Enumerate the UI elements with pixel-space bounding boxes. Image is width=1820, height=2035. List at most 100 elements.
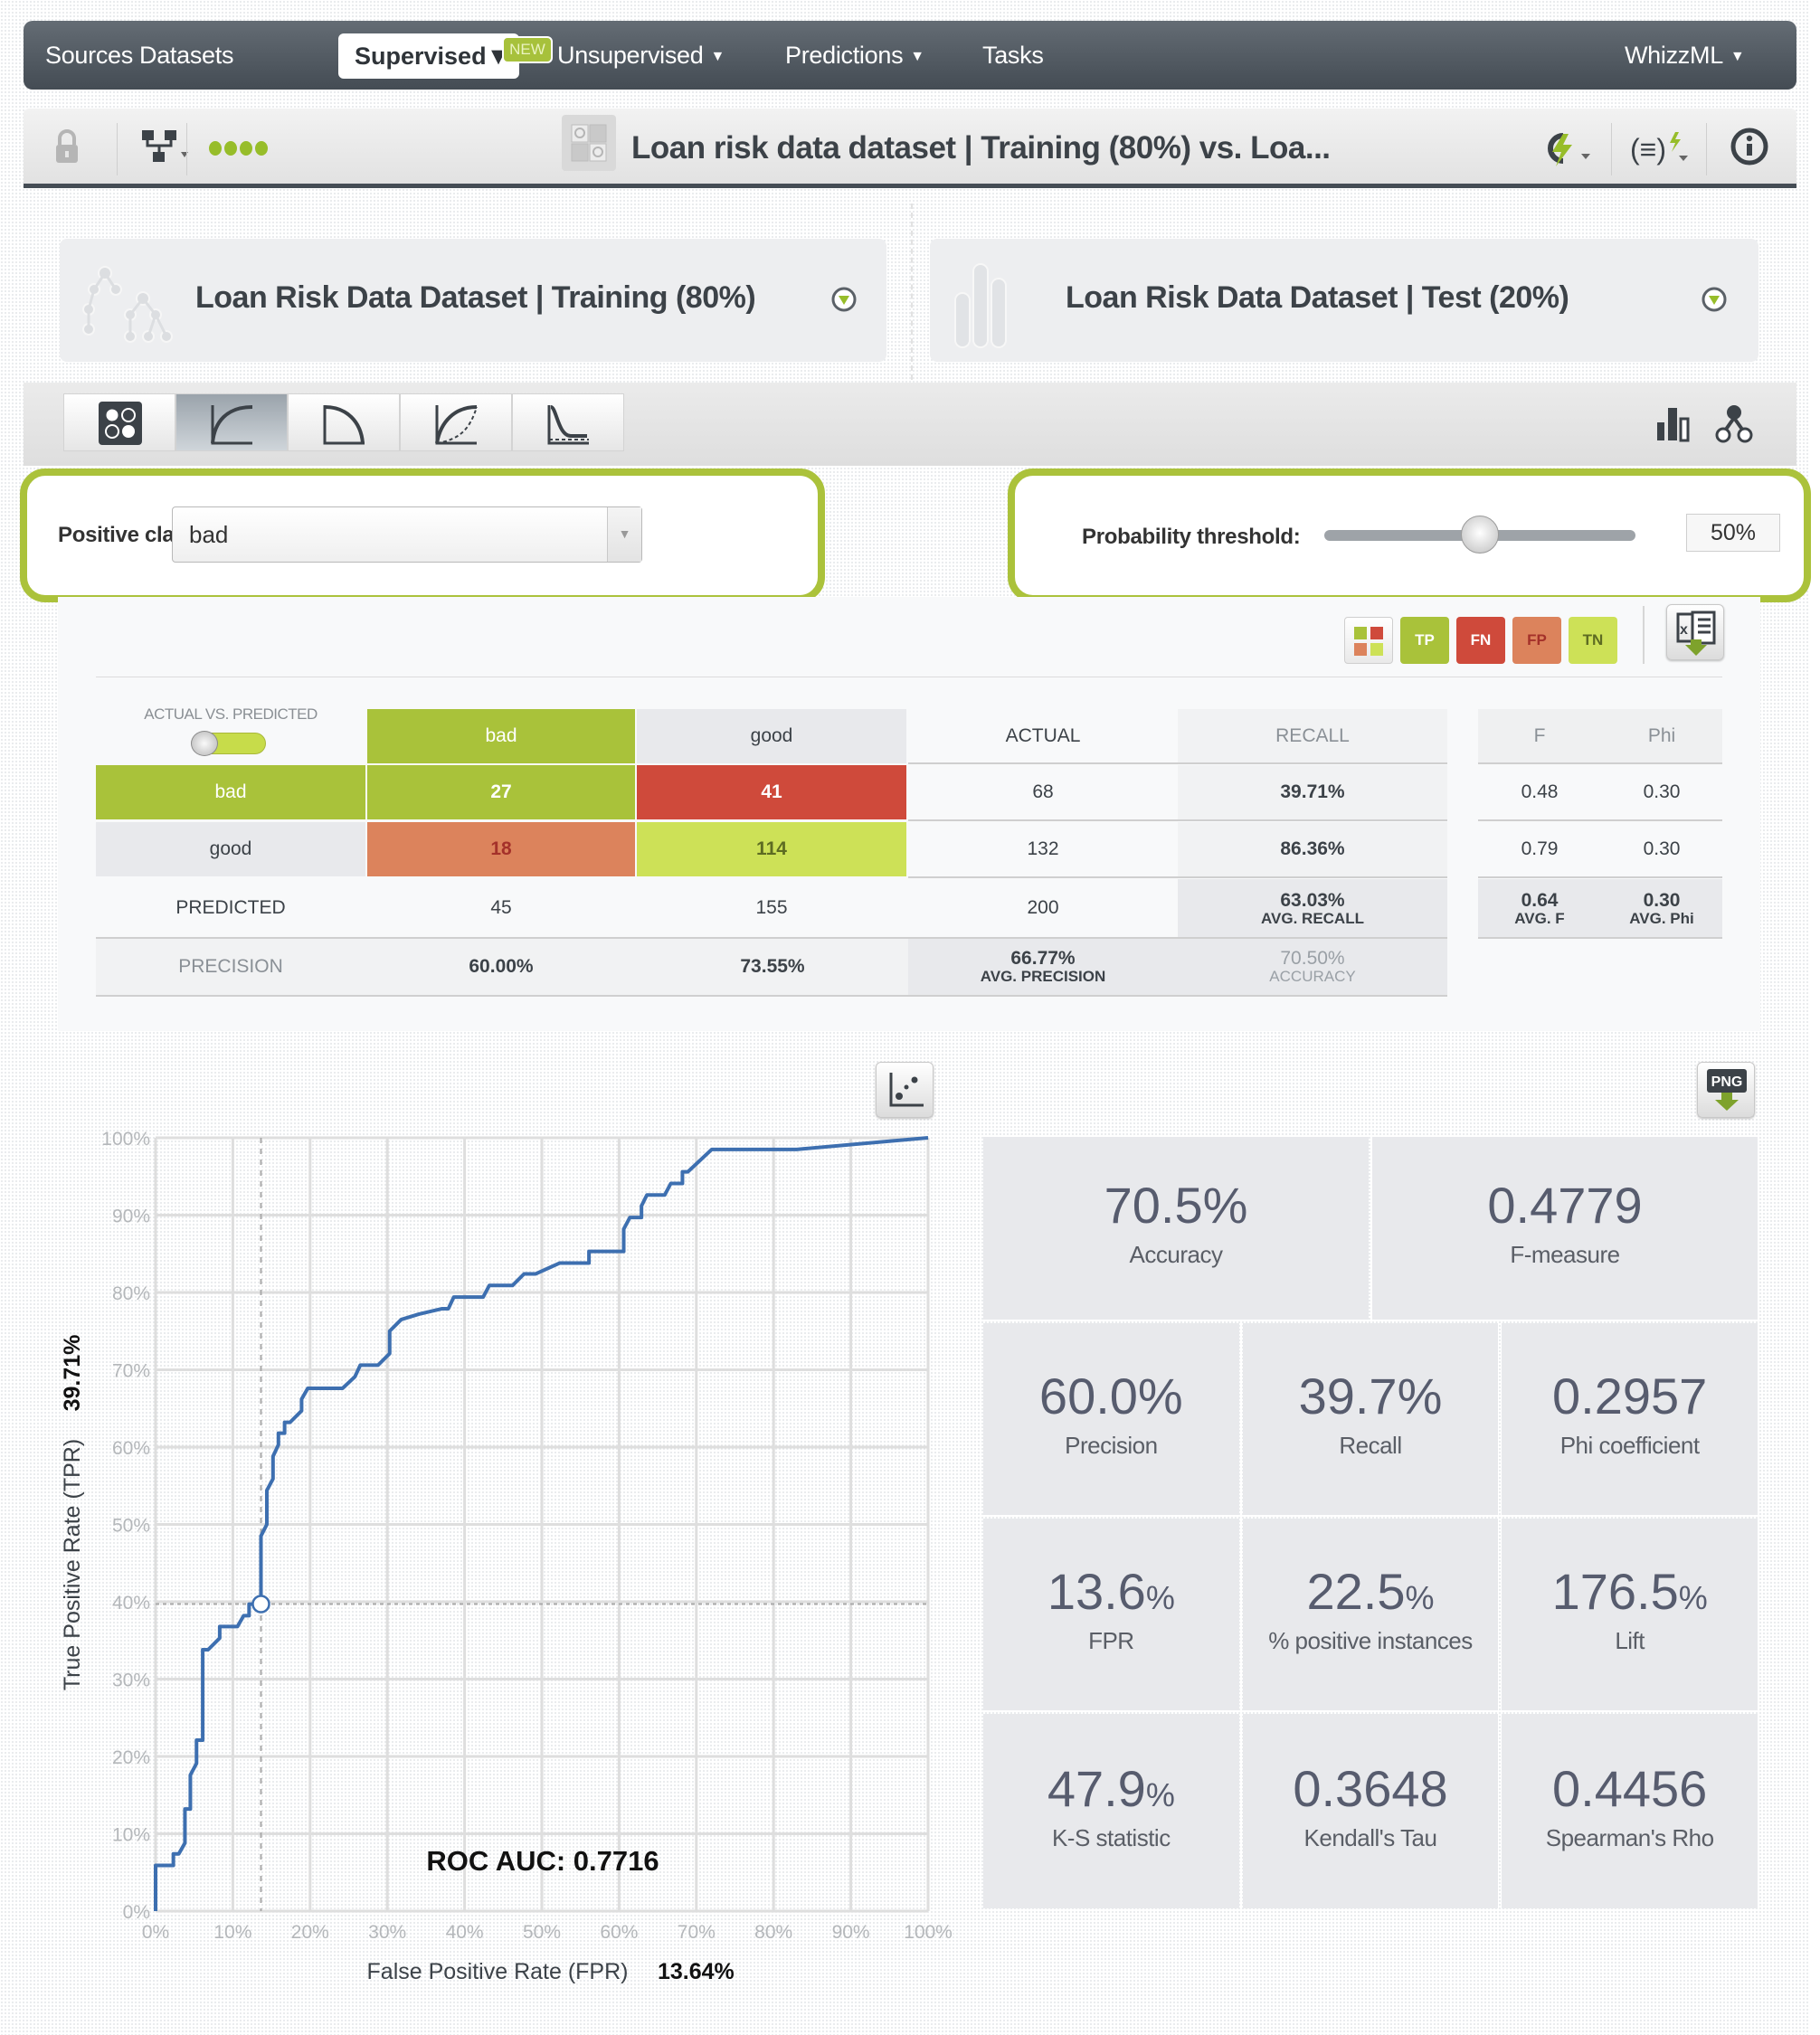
- legend-tp-label: TP: [1415, 631, 1435, 648]
- legend-fn[interactable]: FN: [1456, 617, 1505, 664]
- threshold-label: Probability threshold:: [1082, 525, 1301, 549]
- metric-value: 176.5%: [1551, 1563, 1708, 1620]
- metric-tile-accuracy: 70.5% Accuracy: [983, 1137, 1369, 1320]
- reify-icon[interactable]: [1536, 127, 1596, 170]
- metric-label: FPR: [1088, 1627, 1134, 1654]
- x-axis-value: 13.64%: [658, 1959, 735, 1984]
- nav-whizzml-label: WhizzML: [1625, 42, 1723, 69]
- y-tick-label: 100%: [101, 1129, 150, 1150]
- metric-label: F-measure: [1510, 1241, 1620, 1268]
- show-all-colors-button[interactable]: [1344, 617, 1393, 664]
- metric-tile-recall: 39.7% Recall: [1242, 1323, 1499, 1515]
- y-axis-value: 39.71%: [60, 1335, 85, 1412]
- divider: [1478, 762, 1722, 764]
- legend-tn[interactable]: TN: [1569, 617, 1617, 664]
- roc-chart: 0% 10% 20% 30% 40% 50% 60% 70% 80% 90% 100% 0% 10% 20…: [60, 1129, 953, 1984]
- metric-tile-lift: 176.5% Lift: [1502, 1519, 1758, 1710]
- color-grid-icon: [1354, 627, 1383, 656]
- metric-label: Precision: [1065, 1432, 1158, 1459]
- metric-tile-positive-instances: 22.5% % positive instances: [1242, 1519, 1499, 1710]
- nav-whizzml[interactable]: WhizzML ▼: [1625, 21, 1745, 90]
- field-importance-icon[interactable]: [1655, 406, 1692, 442]
- svg-text:PNG: PNG: [1711, 1074, 1743, 1090]
- metric-unit: %: [1678, 1579, 1708, 1616]
- metric-tile-kendall-s-tau: 0.3648 Kendall's Tau: [1242, 1714, 1499, 1908]
- threshold-slider-handle[interactable]: [1461, 516, 1499, 554]
- info-icon[interactable]: [1730, 127, 1769, 166]
- divider: [908, 876, 1447, 878]
- nav-tasks[interactable]: Tasks: [982, 21, 1044, 90]
- model-structure-icon[interactable]: [1715, 404, 1753, 444]
- x-tick-label: 10%: [213, 1922, 251, 1943]
- avg-recall: 63.03% AVG. RECALL: [1178, 879, 1447, 937]
- threshold-input[interactable]: 50%: [1686, 514, 1780, 552]
- metric-value: 0.2957: [1552, 1368, 1708, 1424]
- excel-download-icon: x: [1676, 610, 1716, 656]
- phi-bad: 0.30: [1643, 781, 1681, 802]
- legend-tp[interactable]: TP: [1400, 617, 1449, 664]
- metric-value: 0.4779: [1487, 1177, 1643, 1234]
- legend-fp[interactable]: FP: [1512, 617, 1561, 664]
- metric-value: 47.9%: [1047, 1759, 1175, 1817]
- metric-label: K-S statistic: [1051, 1823, 1171, 1851]
- avg-recall-value: 63.03%: [1280, 890, 1345, 911]
- f-bad: 0.48: [1521, 781, 1559, 802]
- metric-label: Phi coefficient: [1559, 1432, 1700, 1459]
- svg-text:x: x: [1680, 622, 1688, 638]
- y-tick-label: 20%: [112, 1747, 150, 1768]
- metric-value: 22.5%: [1306, 1563, 1435, 1620]
- y-tick-label: 10%: [112, 1825, 150, 1846]
- dropdown-toggle-icon[interactable]: [1701, 286, 1728, 313]
- x-tick-label: 50%: [523, 1922, 561, 1943]
- export-excel-button[interactable]: x: [1666, 604, 1724, 660]
- script-icon[interactable]: (≡): [1630, 127, 1693, 170]
- x-tick-label: 70%: [678, 1922, 716, 1943]
- x-tick-label: 80%: [754, 1922, 792, 1943]
- metric-value: 39.7%: [1298, 1368, 1443, 1424]
- divider: [1478, 937, 1722, 939]
- metric-label: Recall: [1339, 1432, 1402, 1459]
- divider: [908, 819, 1447, 821]
- download-png-button[interactable]: PNG: [1697, 1062, 1755, 1118]
- divider: [1478, 819, 1722, 821]
- legend-tn-label: TN: [1582, 631, 1604, 648]
- threshold-slider[interactable]: [1324, 516, 1635, 554]
- divider: [1478, 876, 1722, 878]
- x-tick-label: 90%: [832, 1922, 870, 1943]
- legend-divider: [1643, 606, 1645, 664]
- metric-tile-fpr: 13.6% FPR: [983, 1519, 1239, 1710]
- chevron-down-icon: ▼: [1730, 49, 1745, 64]
- x-tick-label: 0%: [142, 1922, 169, 1943]
- svg-text:(≡): (≡): [1630, 133, 1666, 166]
- roc-auc-label: ROC AUC: 0.7716: [426, 1845, 659, 1877]
- metric-value: 0.4456: [1552, 1759, 1708, 1817]
- recall-good: 86.36%: [1178, 822, 1447, 876]
- png-download-icon: PNG: [1707, 1069, 1747, 1111]
- avg-phi-value: 0.30: [1643, 890, 1681, 911]
- accuracy: 70.50% ACCURACY: [1178, 939, 1447, 995]
- metric-unit: %: [1145, 1579, 1175, 1616]
- avg-phi: 0.30 AVG. Phi: [1601, 879, 1722, 937]
- x-tick-label: 30%: [368, 1922, 406, 1943]
- x-tick-label: 40%: [446, 1922, 484, 1943]
- metric-label: Lift: [1615, 1627, 1645, 1654]
- toolbar-divider: [1611, 123, 1612, 175]
- metric-value: 13.6%: [1047, 1563, 1175, 1620]
- nav-tasks-label: Tasks: [982, 42, 1044, 69]
- x-axis-label: False Positive Rate (FPR): [367, 1959, 629, 1984]
- x-tick-label: 20%: [291, 1922, 329, 1943]
- probability-threshold-panel: Probability threshold: 50%: [1008, 469, 1811, 602]
- metric-value: 0.3648: [1293, 1759, 1448, 1817]
- divider: [908, 762, 1447, 764]
- metric-label: % positive instances: [1268, 1627, 1473, 1654]
- metric-tile-phi-coefficient: 0.2957 Phi coefficient: [1502, 1323, 1758, 1515]
- x-tick-label: 60%: [600, 1922, 638, 1943]
- metric-unit: %: [1405, 1579, 1435, 1616]
- f-good: 0.79: [1521, 838, 1559, 859]
- metric-label: Accuracy: [1129, 1241, 1223, 1268]
- test-dataset-card: Loan Risk Data Dataset | Test (20%): [930, 239, 1758, 362]
- x-tick-label: 100%: [904, 1922, 953, 1943]
- y-tick-label: 0%: [123, 1902, 150, 1923]
- metric-label: Spearman's Rho: [1545, 1823, 1714, 1851]
- avg-phi-label: AVG. Phi: [1629, 910, 1694, 927]
